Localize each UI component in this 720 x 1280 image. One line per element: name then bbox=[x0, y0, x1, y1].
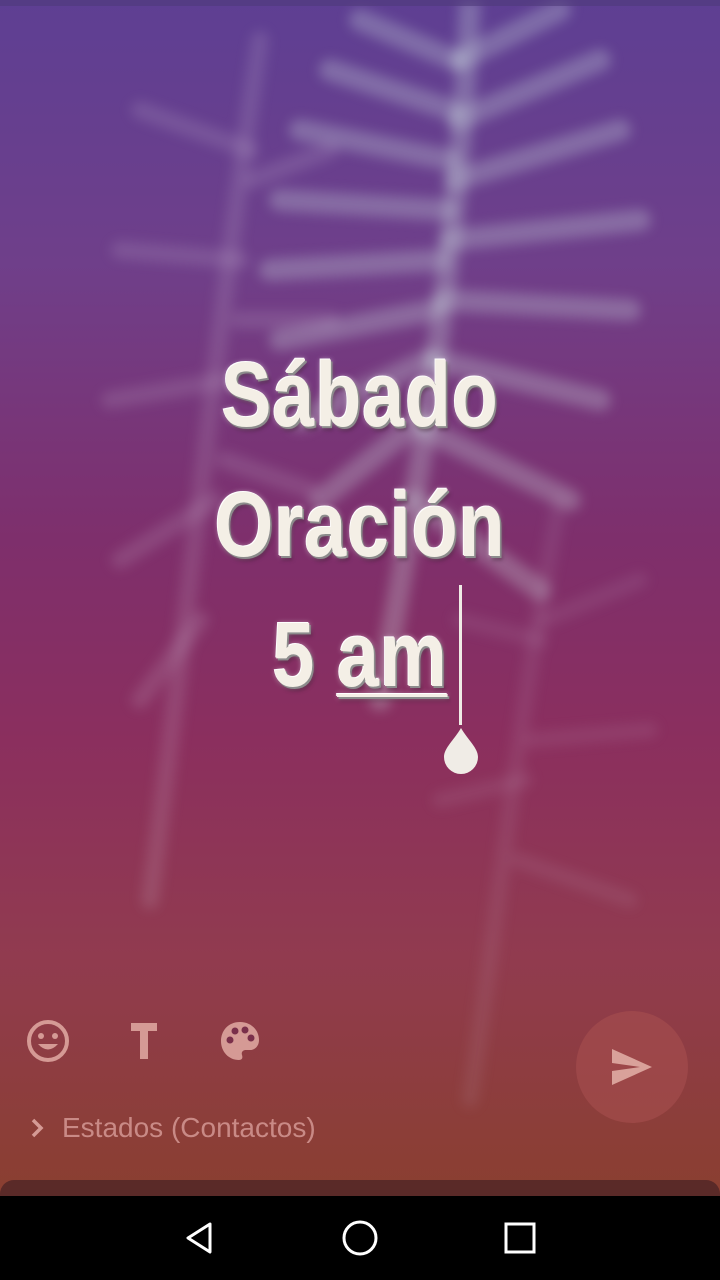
back-triangle-icon bbox=[186, 1222, 212, 1254]
nav-home-button[interactable] bbox=[332, 1210, 388, 1266]
status-line-2: Oración bbox=[214, 474, 506, 576]
home-circle-icon bbox=[342, 1220, 378, 1256]
status-editor-screen: Sábado Oración 5 am Estados (Contactos) bbox=[0, 0, 720, 1280]
status-time-number: 5 bbox=[272, 604, 316, 706]
top-edge bbox=[0, 0, 720, 6]
audience-selector[interactable]: Estados (Contactos) bbox=[24, 1104, 316, 1152]
nav-recents-button[interactable] bbox=[492, 1210, 548, 1266]
send-arrow-icon bbox=[612, 1049, 652, 1085]
send-button[interactable] bbox=[576, 1011, 688, 1123]
cursor-handle-icon[interactable] bbox=[442, 726, 480, 774]
chevron-right-icon bbox=[31, 1118, 44, 1138]
emoji-smile-icon[interactable] bbox=[24, 1017, 72, 1065]
bottom-sheet-edge bbox=[0, 1180, 720, 1196]
text-cursor bbox=[459, 585, 462, 725]
audience-label: Estados (Contactos) bbox=[62, 1112, 316, 1143]
recents-square-icon bbox=[504, 1222, 536, 1254]
status-time-unit: am bbox=[336, 604, 448, 706]
status-line-1: Sábado bbox=[221, 344, 499, 446]
status-text-input[interactable]: Sábado Oración 5 am bbox=[0, 330, 720, 720]
system-navigation-bar bbox=[0, 1196, 720, 1280]
palette-icon[interactable] bbox=[216, 1017, 264, 1065]
nav-back-button[interactable] bbox=[172, 1210, 228, 1266]
text-font-icon[interactable] bbox=[120, 1017, 168, 1065]
status-line-3: 5 am bbox=[65, 590, 655, 720]
